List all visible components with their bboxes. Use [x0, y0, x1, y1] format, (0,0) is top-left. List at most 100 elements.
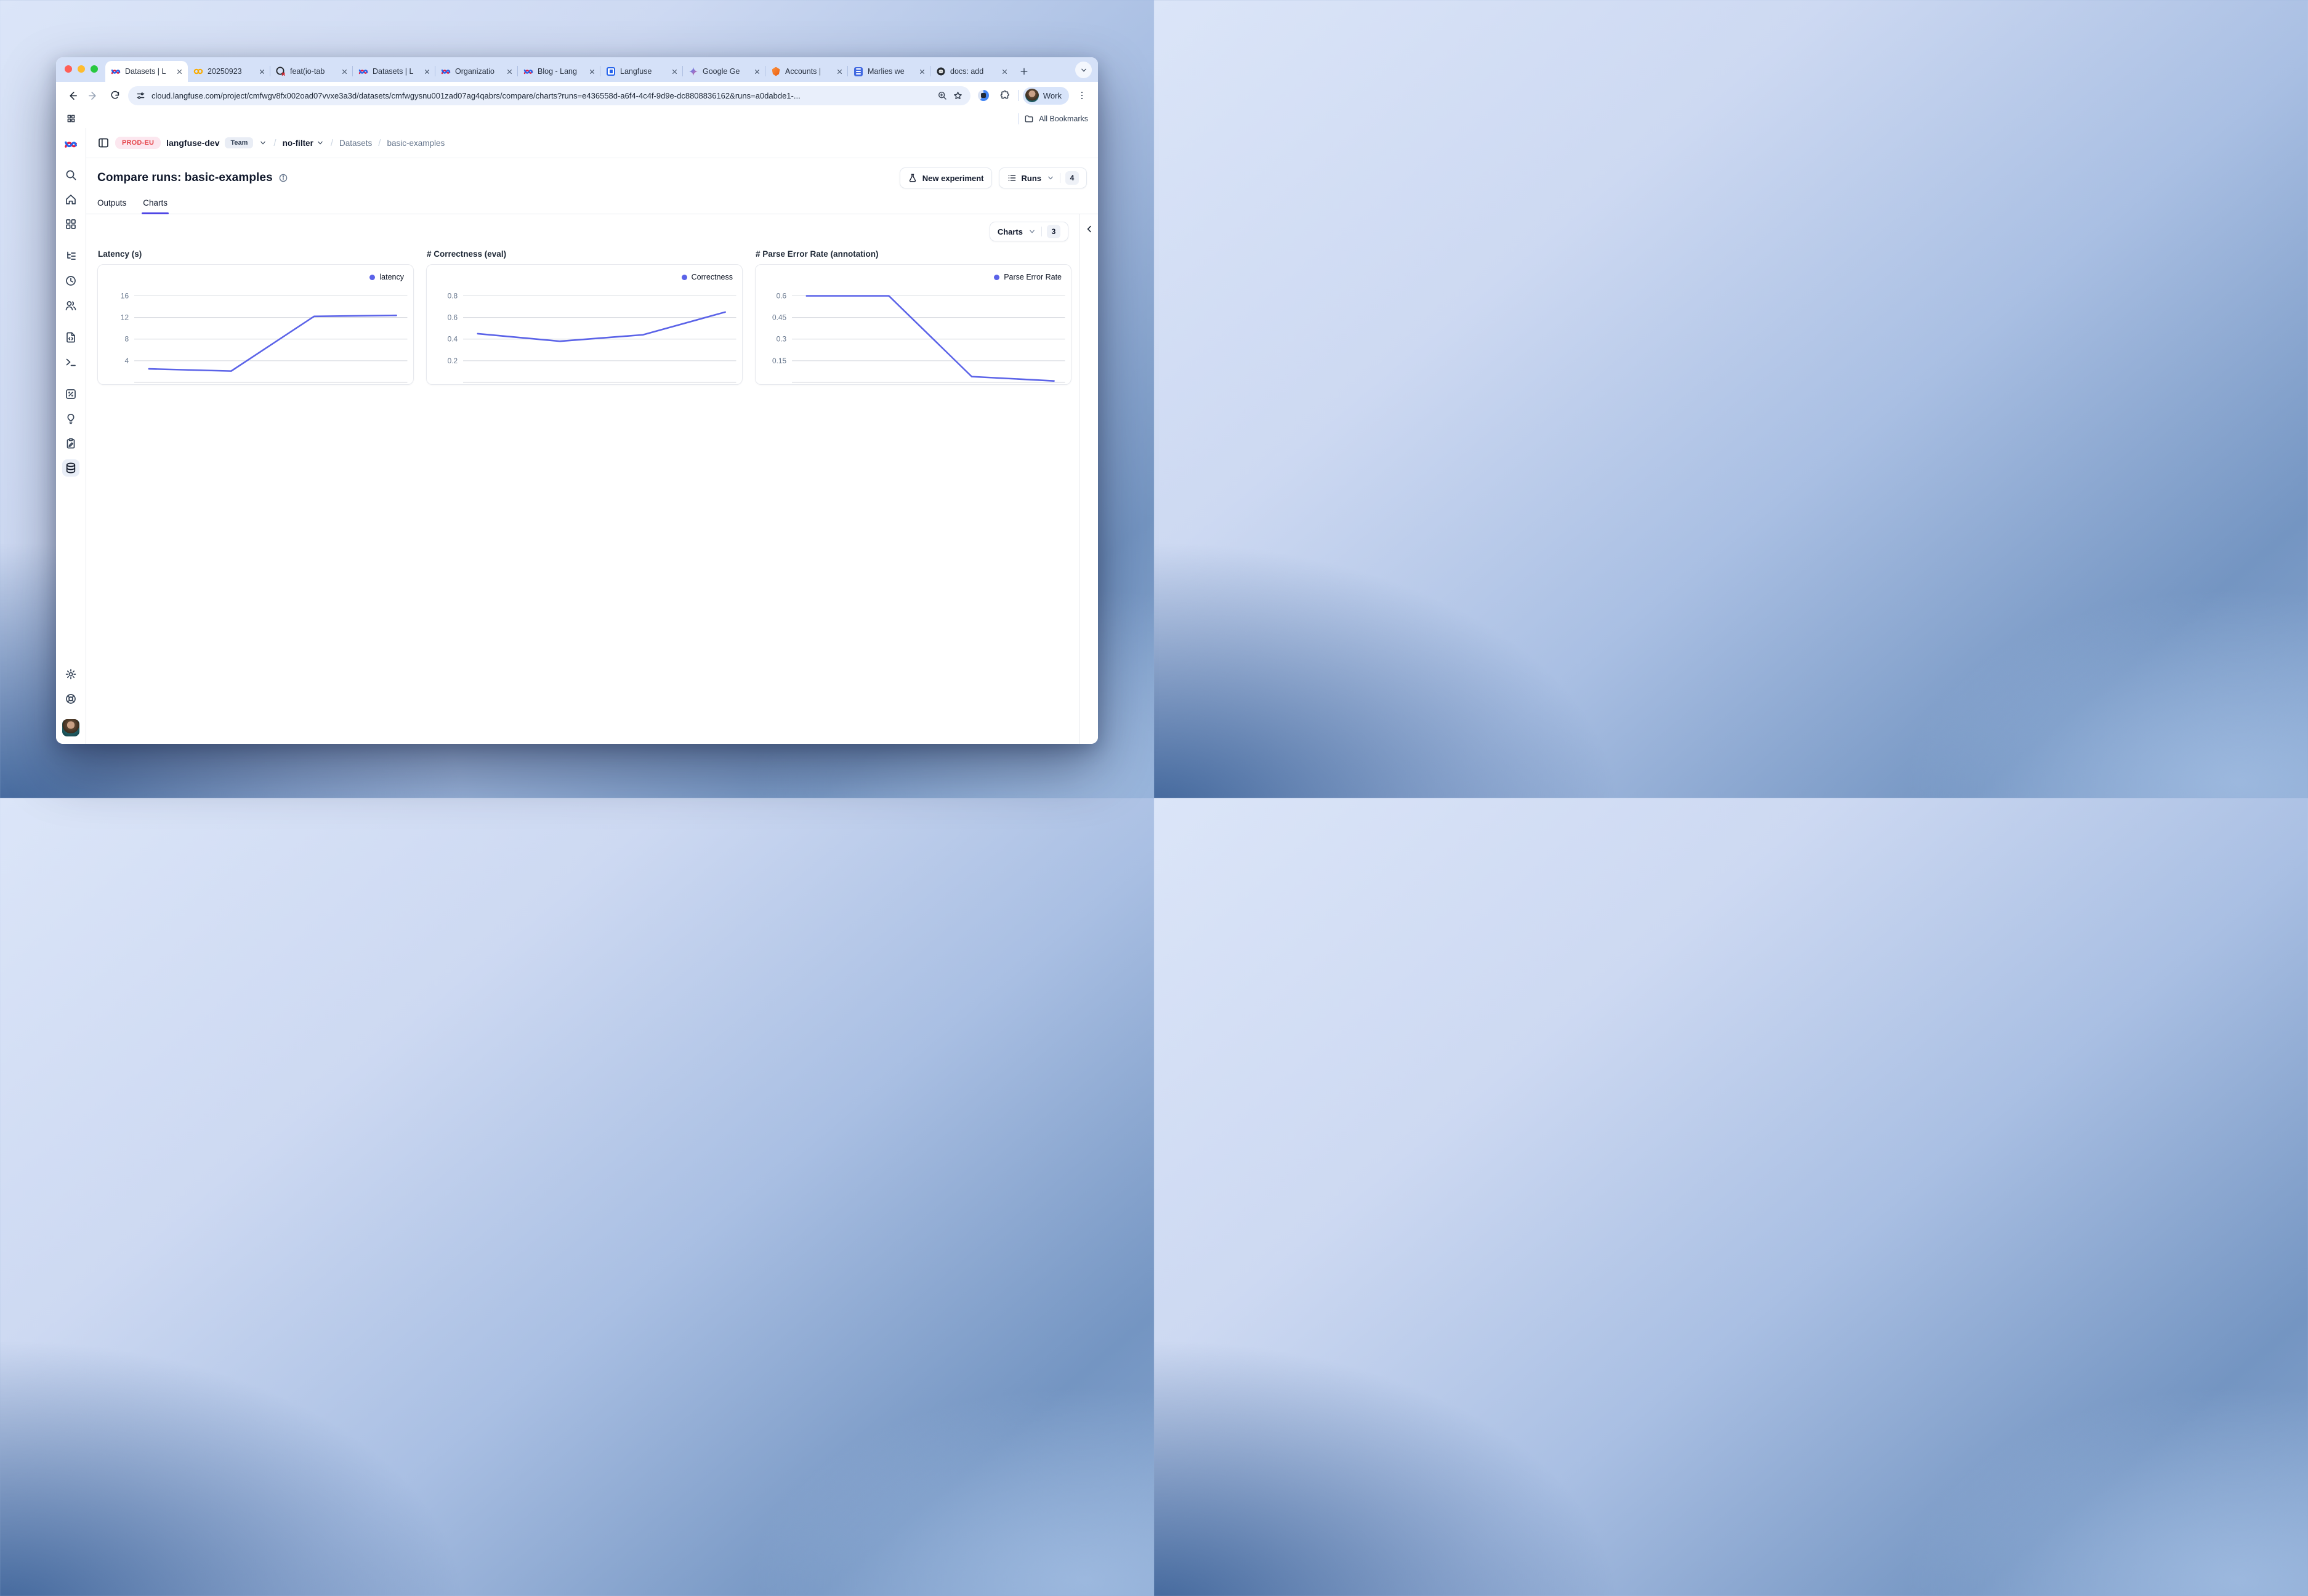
browser-tab[interactable]: Organizatio: [435, 61, 518, 82]
url-text[interactable]: cloud.langfuse.com/project/cmfwgv8fx002o…: [151, 91, 932, 100]
charts-count-badge: 3: [1047, 225, 1060, 238]
browser-tab[interactable]: feat(io-tab: [270, 61, 353, 82]
sidebar-item-insights[interactable]: [62, 410, 79, 427]
sidebar-item-search[interactable]: [62, 166, 79, 183]
browser-tab[interactable]: Accounts |: [765, 61, 848, 82]
sidebar-item-users[interactable]: [62, 297, 79, 314]
chart-title: Latency (s): [98, 249, 414, 259]
zoom-window-button[interactable]: [91, 65, 98, 73]
runs-dropdown-button[interactable]: Runs 4: [999, 167, 1087, 188]
browser-tab[interactable]: Google Ge: [683, 61, 765, 82]
tab-title: Datasets | L: [125, 67, 171, 76]
sidebar-item-settings[interactable]: [62, 666, 79, 683]
charts-label: Charts: [998, 227, 1023, 236]
right-rail: [1079, 214, 1098, 744]
tab-close-icon[interactable]: [258, 68, 266, 76]
tab-close-icon[interactable]: [423, 68, 431, 76]
breadcrumb-dataset-name[interactable]: basic-examples: [387, 139, 445, 148]
tab-close-icon[interactable]: [588, 68, 596, 76]
sidebar-item-support[interactable]: [62, 690, 79, 707]
tab-close-icon[interactable]: [753, 68, 761, 76]
all-bookmarks-button[interactable]: All Bookmarks: [1039, 115, 1088, 123]
org-role-badge[interactable]: Team: [225, 137, 253, 148]
back-icon[interactable]: [63, 87, 81, 104]
password-extension-icon[interactable]: [975, 87, 992, 104]
site-settings-icon[interactable]: [135, 91, 146, 101]
collapse-panel-chevron-icon[interactable]: [1084, 224, 1094, 744]
sidebar-item-playground[interactable]: [62, 353, 79, 371]
info-icon[interactable]: [278, 173, 288, 183]
langfuse-favicon: [441, 66, 451, 76]
tab-close-icon[interactable]: [341, 68, 349, 76]
page-tabs: Outputs Charts: [86, 188, 1098, 214]
sidebar-item-datasets[interactable]: [62, 459, 79, 477]
tab-charts[interactable]: Charts: [143, 198, 167, 214]
address-bar[interactable]: cloud.langfuse.com/project/cmfwgv8fx002o…: [128, 86, 970, 105]
toolbar-divider: [1018, 90, 1019, 101]
tab-outputs[interactable]: Outputs: [97, 198, 126, 214]
breadcrumb-separator: /: [377, 138, 381, 148]
github-favicon: [936, 66, 946, 76]
forward-icon[interactable]: [85, 87, 102, 104]
browser-tab[interactable]: Blog - Lang: [518, 61, 600, 82]
line-chart: 0.60.450.30.15: [756, 265, 1071, 384]
browser-tab[interactable]: Marlies we: [848, 61, 930, 82]
svg-text:0.45: 0.45: [772, 313, 786, 322]
bookmark-star-icon[interactable]: [953, 91, 963, 101]
browser-tab[interactable]: Datasets | L: [353, 61, 435, 82]
org-name[interactable]: langfuse-dev: [166, 138, 219, 148]
org-chevron-down-icon[interactable]: [259, 139, 267, 147]
new-experiment-button[interactable]: New experiment: [900, 167, 992, 188]
extensions-puzzle-icon[interactable]: [996, 87, 1014, 104]
svg-text:0.8: 0.8: [448, 291, 458, 300]
sidebar-item-tracing[interactable]: [62, 248, 79, 265]
breadcrumb-datasets-link[interactable]: Datasets: [339, 139, 372, 148]
langfuse-logo[interactable]: [62, 135, 79, 153]
chart-legend: Correctness: [682, 273, 733, 281]
chart-card[interactable]: 0.60.450.30.15 Parse Error Rate: [755, 264, 1071, 385]
toggle-sidebar-icon[interactable]: [97, 137, 110, 149]
langfuse-app: PROD-EU langfuse-dev Team / no-filter / …: [56, 128, 1098, 744]
sidebar-item-home[interactable]: [62, 191, 79, 208]
tab-close-icon[interactable]: [671, 68, 679, 76]
user-avatar[interactable]: [62, 719, 79, 736]
tab-close-icon[interactable]: [836, 68, 844, 76]
tab-title: Blog - Lang: [538, 67, 584, 76]
minimize-window-button[interactable]: [78, 65, 85, 73]
tab-close-icon[interactable]: [176, 68, 184, 76]
chart-legend: latency: [369, 273, 404, 281]
browser-window: Datasets | L 20250923 feat(io-tab Datase…: [56, 57, 1098, 744]
chart-parse-error-rate: # Parse Error Rate (annotation) 0.60.450…: [755, 244, 1071, 385]
chart-card[interactable]: 0.80.60.40.2 Correctness: [426, 264, 743, 385]
svg-text:16: 16: [121, 291, 129, 300]
sidebar-item-evaluators[interactable]: [62, 385, 79, 403]
breadcrumb-separator: /: [330, 138, 334, 148]
chart-card[interactable]: 161284 latency: [97, 264, 414, 385]
browser-tab[interactable]: Langfuse: [600, 61, 683, 82]
tab-title: Langfuse: [620, 67, 666, 76]
project-selector[interactable]: no-filter: [283, 139, 325, 148]
svg-text:0.4: 0.4: [448, 335, 458, 344]
close-window-button[interactable]: [65, 65, 72, 73]
environment-badge[interactable]: PROD-EU: [115, 137, 161, 149]
browser-tab[interactable]: Datasets | L: [105, 61, 188, 82]
browser-menu-kebab-icon[interactable]: [1073, 87, 1091, 104]
sidebar-item-annotation-queues[interactable]: [62, 435, 79, 452]
charts-dropdown-button[interactable]: Charts 3: [990, 222, 1068, 241]
tab-close-icon[interactable]: [1001, 68, 1009, 76]
browser-tab[interactable]: 20250923: [188, 61, 270, 82]
tab-search-chevron-icon[interactable]: [1075, 62, 1092, 78]
sidebar-item-prompts[interactable]: [62, 329, 79, 346]
tab-close-icon[interactable]: [918, 68, 926, 76]
page-title: Compare runs: basic-examples: [97, 171, 273, 185]
apps-grid-icon[interactable]: [66, 113, 76, 124]
sidebar-item-dashboards[interactable]: [62, 216, 79, 233]
sidebar-item-sessions[interactable]: [62, 272, 79, 289]
zoom-page-icon[interactable]: [937, 91, 947, 100]
refresh-icon[interactable]: [107, 87, 124, 104]
content-wrap: Charts 3 Latency (s) 161284: [86, 214, 1098, 744]
browser-profile-button[interactable]: Work: [1023, 87, 1069, 105]
new-tab-button[interactable]: [1015, 63, 1033, 80]
browser-tab[interactable]: docs: add: [930, 61, 1013, 82]
tab-close-icon[interactable]: [506, 68, 514, 76]
